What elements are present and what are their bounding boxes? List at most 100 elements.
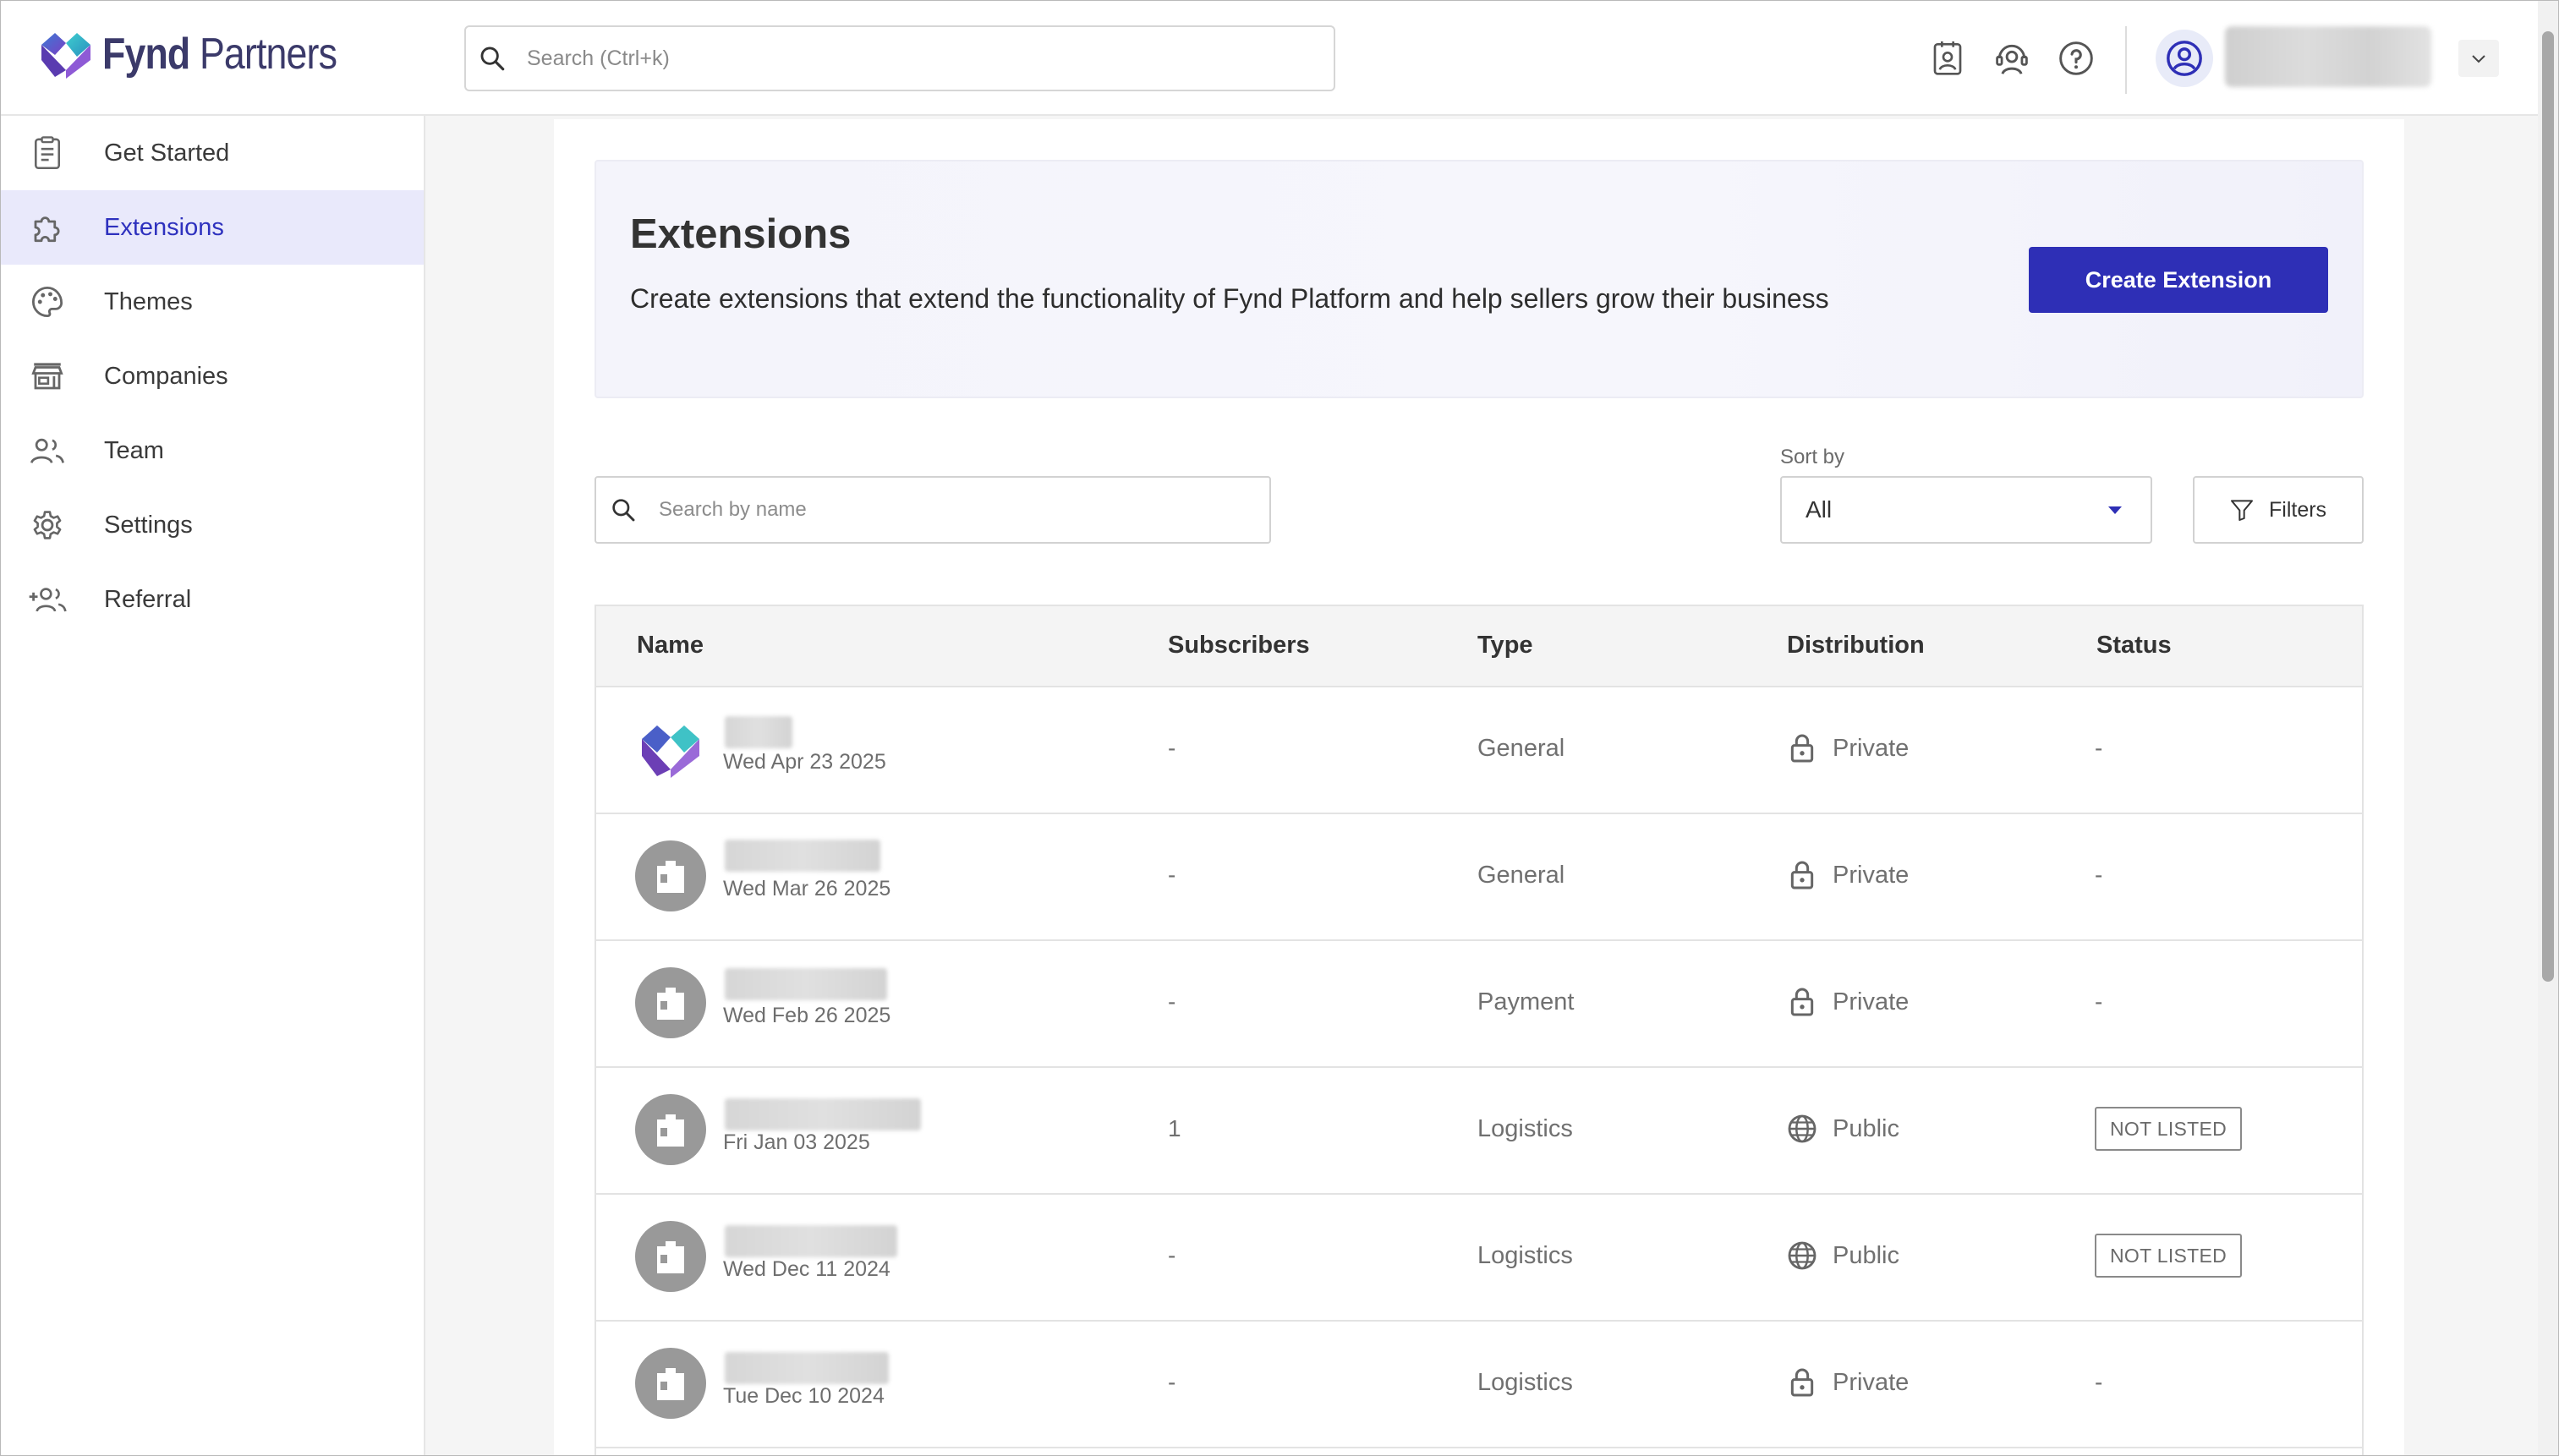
top-header: Fynd Partners bbox=[1, 1, 2538, 116]
sort-by-select[interactable]: All bbox=[1780, 476, 2152, 544]
header-divider bbox=[2125, 26, 2127, 94]
created-date: Tue Dec 10 2024 bbox=[723, 1384, 885, 1408]
table-row[interactable]: Wed Feb 26 2025 - Payment Private - bbox=[596, 939, 2362, 1068]
add-people-icon bbox=[28, 580, 67, 619]
distribution: Public bbox=[1833, 1242, 1899, 1269]
table-row[interactable]: Wed Dec 11 2024 - Logistics Public NOT L… bbox=[596, 1193, 2362, 1322]
status: - bbox=[2095, 735, 2103, 761]
sidebar-item-referral[interactable]: Referral bbox=[1, 562, 424, 637]
column-header-distribution[interactable]: Distribution bbox=[1787, 632, 1925, 660]
column-header-subscribers[interactable]: Subscribers bbox=[1168, 632, 1310, 660]
extension-name-redacted bbox=[725, 968, 887, 1000]
distribution: Private bbox=[1833, 1369, 1910, 1396]
support-agent-icon[interactable] bbox=[1992, 38, 2032, 79]
subscribers-count: 1 bbox=[1168, 1115, 1181, 1141]
created-date: Fri Jan 03 2025 bbox=[723, 1130, 870, 1154]
chevron-down-icon bbox=[2472, 55, 2485, 63]
user-circle-icon bbox=[2167, 41, 2202, 76]
status: - bbox=[2095, 988, 2103, 1015]
people-icon bbox=[28, 431, 67, 470]
global-search-input[interactable] bbox=[525, 45, 1290, 72]
created-date: Wed Mar 26 2025 bbox=[723, 877, 891, 900]
puzzle-icon bbox=[28, 208, 67, 247]
sidebar-item-get-started[interactable]: Get Started bbox=[1, 116, 424, 190]
status-badge: NOT LISTED bbox=[2095, 1107, 2243, 1151]
sidebar-item-companies[interactable]: Companies bbox=[1, 339, 424, 413]
extension-type: Logistics bbox=[1477, 1242, 1573, 1269]
filter-icon bbox=[2231, 500, 2253, 521]
fynd-logo-icon bbox=[41, 33, 90, 79]
sidebar-item-label: Get Started bbox=[104, 139, 230, 167]
distribution: Private bbox=[1833, 735, 1910, 762]
lock-icon bbox=[1790, 988, 1814, 1016]
sort-by-value: All bbox=[1806, 496, 1833, 523]
created-date: Wed Apr 23 2025 bbox=[723, 750, 886, 774]
contact-book-icon[interactable] bbox=[1927, 38, 1968, 79]
page-scrollbar[interactable] bbox=[2538, 1, 2558, 1455]
column-header-name[interactable]: Name bbox=[637, 632, 704, 660]
sidebar-item-label: Settings bbox=[104, 511, 193, 539]
extension-type: General bbox=[1477, 862, 1565, 889]
sidebar-item-label: Extensions bbox=[104, 213, 224, 241]
table-row[interactable]: Tue Dec 10 2024 - Logistics Private - bbox=[596, 1320, 2362, 1448]
created-date: Wed Feb 26 2025 bbox=[723, 1004, 891, 1027]
search-icon bbox=[480, 47, 505, 71]
lock-icon bbox=[1790, 734, 1814, 763]
sidebar: Get Started Extensions Themes Companies … bbox=[1, 116, 425, 1455]
extension-type: Logistics bbox=[1477, 1369, 1573, 1396]
extension-type: Payment bbox=[1477, 988, 1575, 1015]
subscribers-count: - bbox=[1168, 988, 1176, 1015]
search-icon bbox=[612, 499, 635, 522]
sidebar-item-settings[interactable]: Settings bbox=[1, 488, 424, 562]
page-description: Create extensions that extend the functi… bbox=[630, 283, 1829, 314]
status: - bbox=[2095, 1369, 2103, 1395]
column-header-type[interactable]: Type bbox=[1477, 632, 1533, 660]
status-badge: NOT LISTED bbox=[2095, 1234, 2243, 1278]
store-icon bbox=[28, 357, 67, 396]
created-date: Wed Dec 11 2024 bbox=[723, 1257, 890, 1281]
palette-icon bbox=[28, 282, 67, 321]
column-header-status[interactable]: Status bbox=[2096, 632, 2172, 660]
user-menu-toggle[interactable] bbox=[2458, 40, 2499, 77]
extension-name-redacted bbox=[725, 1352, 889, 1384]
name-search-box[interactable] bbox=[595, 476, 1271, 544]
table-row[interactable]: Wed Mar 26 2025 - General Private - bbox=[596, 813, 2362, 941]
brand-name: Fynd Partners bbox=[102, 30, 337, 79]
app-window: Fynd Partners Get Started bbox=[0, 0, 2559, 1456]
sidebar-item-label: Team bbox=[104, 436, 164, 464]
extension-type: General bbox=[1477, 735, 1565, 762]
clipboard-icon bbox=[28, 134, 67, 172]
extension-name-redacted bbox=[725, 840, 880, 872]
user-avatar[interactable] bbox=[2156, 30, 2213, 87]
sidebar-item-label: Referral bbox=[104, 585, 192, 613]
sidebar-item-extensions[interactable]: Extensions bbox=[1, 190, 424, 265]
user-name-redacted bbox=[2225, 26, 2431, 87]
help-icon[interactable] bbox=[2056, 38, 2096, 79]
sidebar-item-themes[interactable]: Themes bbox=[1, 265, 424, 339]
extension-placeholder-icon bbox=[635, 1221, 706, 1292]
global-search-box[interactable] bbox=[464, 25, 1335, 91]
gear-icon bbox=[28, 506, 67, 545]
lock-icon bbox=[1790, 861, 1814, 889]
table-row[interactable]: Fri Jan 03 2025 1 Logistics Public NOT L… bbox=[596, 1066, 2362, 1195]
extension-type: Logistics bbox=[1477, 1115, 1573, 1142]
lock-icon bbox=[1790, 1368, 1814, 1397]
extension-placeholder-icon bbox=[635, 840, 706, 911]
table-header: Name Subscribers Type Distribution Statu… bbox=[596, 606, 2362, 687]
subscribers-count: - bbox=[1168, 735, 1176, 761]
distribution: Private bbox=[1833, 988, 1910, 1015]
scrollbar-thumb[interactable] bbox=[2542, 31, 2554, 982]
table-row[interactable]: Wed Apr 23 2025 - General Private - bbox=[596, 686, 2362, 814]
sort-by-label: Sort by bbox=[1780, 446, 1845, 468]
sidebar-item-team[interactable]: Team bbox=[1, 413, 424, 488]
extensions-table: Name Subscribers Type Distribution Statu… bbox=[595, 605, 2364, 1455]
filters-button[interactable]: Filters bbox=[2193, 476, 2364, 544]
extension-name-redacted bbox=[725, 1225, 897, 1257]
caret-down-icon bbox=[2108, 506, 2122, 514]
fynd-partners-logo[interactable]: Fynd Partners bbox=[38, 26, 375, 82]
extension-name-redacted bbox=[725, 1098, 921, 1130]
create-extension-button[interactable]: Create Extension bbox=[2029, 247, 2328, 313]
extension-placeholder-icon bbox=[635, 1348, 706, 1419]
distribution: Public bbox=[1833, 1115, 1899, 1142]
name-search-input[interactable] bbox=[657, 497, 1252, 523]
